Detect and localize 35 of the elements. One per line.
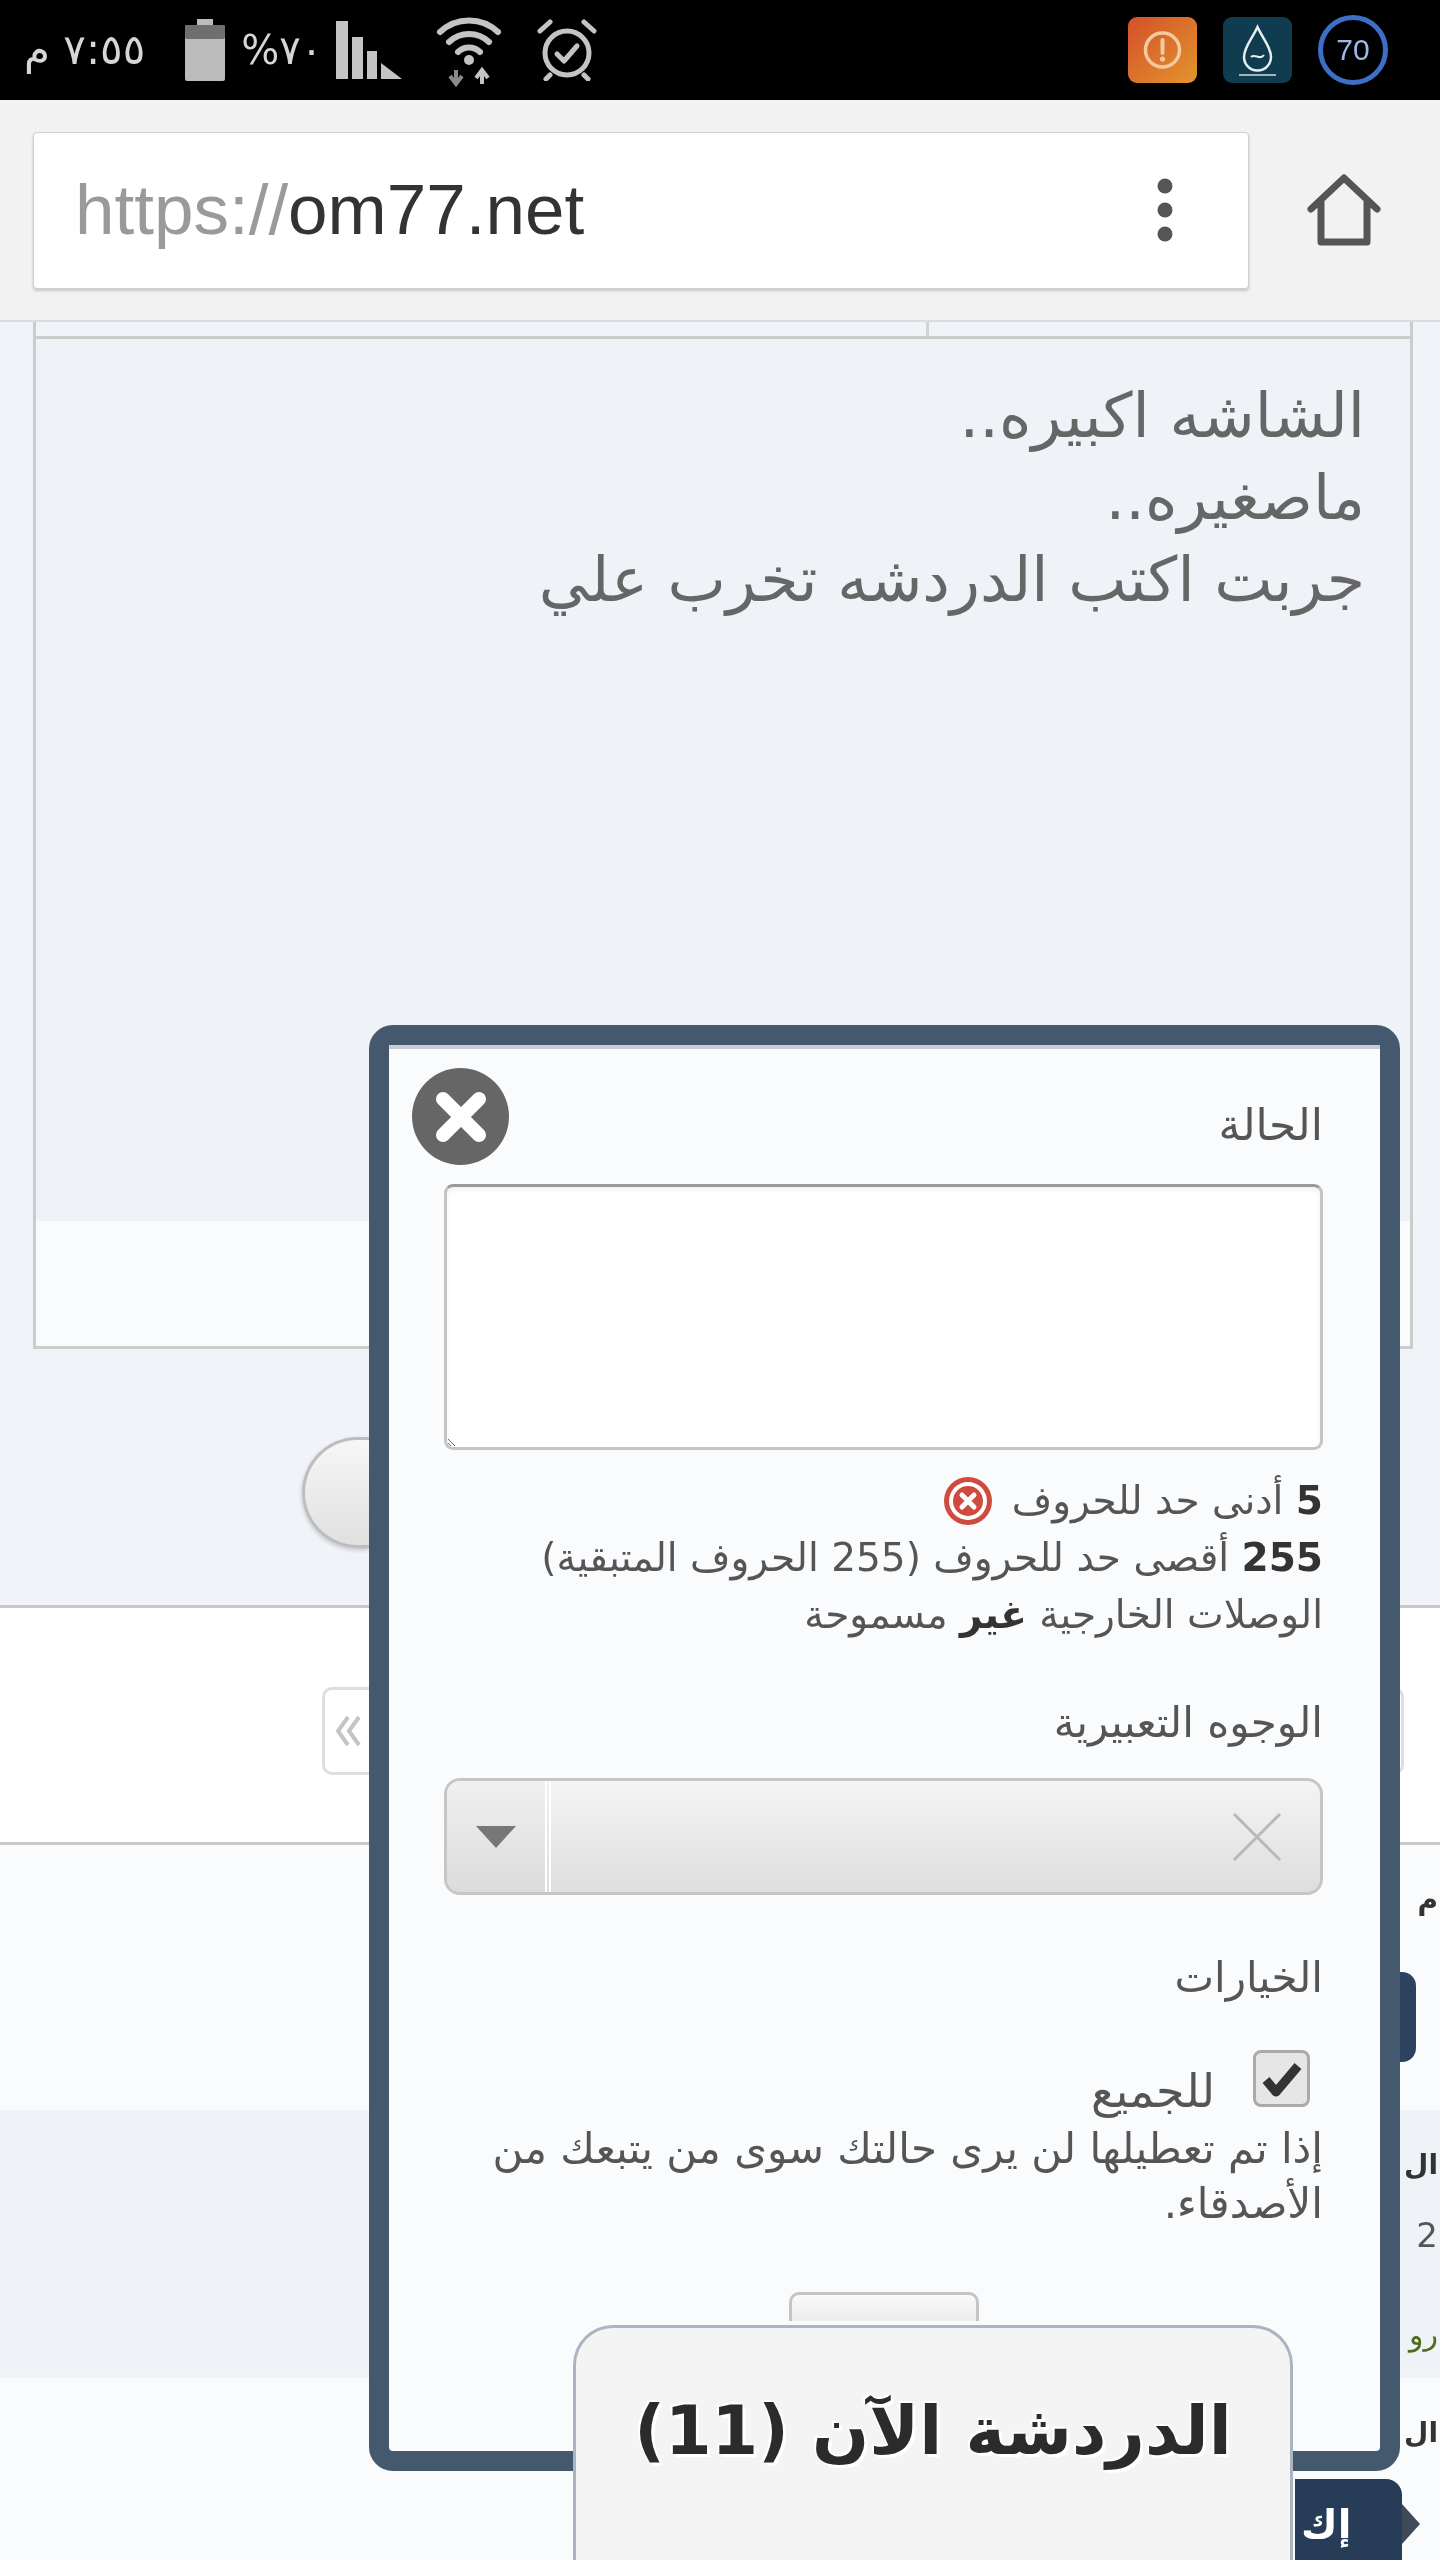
heading-text: ال xyxy=(1404,2415,1438,2451)
home-icon[interactable] xyxy=(1306,173,1382,247)
heading-text: م xyxy=(1417,1882,1438,1918)
heading-text: ال xyxy=(1404,2147,1438,2183)
count-text: 2 xyxy=(1416,2214,1438,2257)
status-label: الحالة xyxy=(1218,1098,1323,1152)
battery-percent-text: %٧٠ xyxy=(241,26,323,75)
more-menu-icon[interactable] xyxy=(1157,178,1173,242)
options-label: الخيارات xyxy=(1173,1952,1323,2004)
clock-text: ٧:٥٥ م xyxy=(24,24,146,76)
alert-app-icon xyxy=(1128,17,1197,83)
checkbox[interactable] xyxy=(1253,2050,1310,2107)
battery-icon xyxy=(185,19,226,81)
option-hint-text: إذا تم تعطيلها لن يرى حالتك سوى من يتبعك من الأصدقاء. xyxy=(491,2123,1323,2230)
clear-icon[interactable] xyxy=(1232,1811,1282,1862)
caret-down-icon xyxy=(476,1825,516,1848)
pagination-button[interactable] xyxy=(322,1687,369,1775)
url-text: https://om77.net xyxy=(75,168,586,251)
smilies-select[interactable] xyxy=(444,1778,1323,1895)
notification-counter: 70 xyxy=(1318,15,1388,85)
water-drop-app-icon xyxy=(1223,17,1292,83)
rule-text: الوصلات الخارجية غير مسموحة xyxy=(804,1591,1323,1640)
checkbox-label: للجميع xyxy=(1091,2065,1215,2117)
double-chevron-left-icon xyxy=(335,1714,361,1748)
post-text: الشاشه اكبيره.. ماصغيره.. جربت اكتب الدردشه تخرب علي xyxy=(537,378,1365,618)
address-bar[interactable]: https://om77.net xyxy=(33,131,1249,289)
chat-tab[interactable]: الدردشة الآن (11) xyxy=(573,2325,1293,2560)
status-field[interactable] xyxy=(444,1184,1323,1450)
signal-icon xyxy=(336,21,403,79)
smilies-label: الوجوه التعبيرية xyxy=(1052,1697,1323,1749)
write-button[interactable]: إك xyxy=(1295,2479,1402,2560)
link-text[interactable]: رو xyxy=(1409,2310,1438,2360)
alarm-clock-icon xyxy=(536,19,599,81)
action-button[interactable] xyxy=(302,1437,369,1548)
dialog-button[interactable] xyxy=(788,2292,979,2321)
